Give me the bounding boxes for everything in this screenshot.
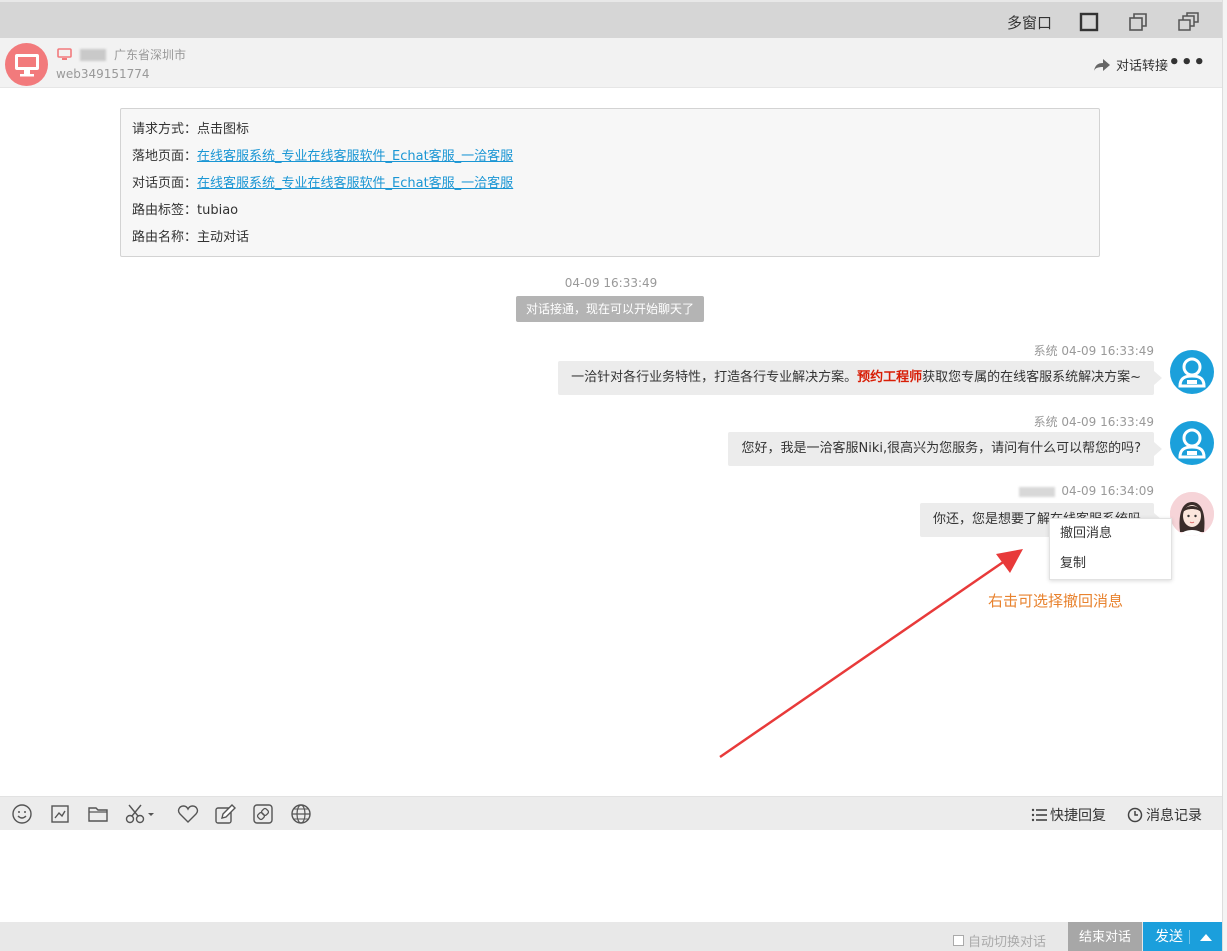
quick-reply-label: 快捷回复 (1050, 808, 1106, 824)
quick-reply-button[interactable]: 快捷回复 (1031, 805, 1106, 825)
user-avatar (1170, 492, 1214, 536)
info-label: 请求方式： (132, 122, 198, 137)
visitor-info: 广东省深圳市 (57, 46, 186, 63)
chat-page-link[interactable]: 在线客服系统_专业在线客服软件_Echat客服_一洽客服 (197, 176, 513, 191)
folder-icon[interactable] (87, 803, 109, 825)
link-icon[interactable] (252, 803, 274, 825)
pc-icon (57, 48, 72, 61)
recall-message-menu-item[interactable]: 撤回消息 (1050, 519, 1171, 549)
visitor-id: web349151774 (56, 67, 150, 81)
clock-icon (1127, 807, 1143, 823)
visitor-header: 广东省深圳市 web349151774 对话转接 ••• (0, 38, 1222, 88)
share-arrow-icon (1093, 58, 1110, 71)
message-text: 获取您专属的在线客服系统解决方案~ (922, 370, 1141, 385)
caret-up-icon[interactable] (1200, 934, 1212, 941)
message-input[interactable] (0, 830, 1222, 922)
transfer-button[interactable]: 对话转接 (1093, 55, 1168, 74)
info-value: 点击图标 (197, 122, 250, 137)
info-label: 对话页面： (132, 176, 198, 191)
annotation-arrow (719, 549, 1023, 759)
more-options-button[interactable]: ••• (1168, 52, 1206, 73)
annotation-text: 右击可选择撤回消息 (988, 592, 1124, 610)
send-button[interactable]: 发送 (1143, 922, 1222, 951)
heart-icon[interactable] (177, 803, 199, 825)
visitor-name-blurred (80, 48, 106, 61)
send-label: 发送 (1155, 929, 1183, 945)
girl-avatar-icon (1170, 492, 1214, 536)
agent-icon (1178, 428, 1206, 459)
bottom-action-bar: 自动切换对话 结束对话 发送 (0, 922, 1222, 951)
message-time: 04-09 16:33:49 (1061, 415, 1154, 429)
message-meta: 04-09 16:34:09 (1019, 484, 1154, 498)
sender-name-blurred (1019, 486, 1056, 497)
info-row-chat-page: 对话页面：在线客服系统_专业在线客服软件_Echat客服_一洽客服 (132, 173, 1088, 200)
message-meta: 系统 04-09 16:33:49 (1034, 342, 1154, 359)
window-right-edge (1222, 0, 1227, 951)
edit-icon[interactable] (214, 803, 236, 825)
checkbox-box[interactable] (952, 935, 964, 946)
visitor-source-card: 请求方式：点击图标 落地页面：在线客服系统_专业在线客服软件_Echat客服_一… (120, 108, 1100, 257)
message-text: 一洽针对各行业务特性，打造各行专业解决方案。 (571, 370, 858, 385)
message-time: 04-09 16:33:49 (1061, 344, 1154, 358)
message-history-button[interactable]: 消息记录 (1127, 805, 1202, 825)
copy-menu-item[interactable]: 复制 (1050, 549, 1171, 579)
restore-window-icon[interactable] (1127, 11, 1149, 33)
smile-icon[interactable] (11, 803, 33, 825)
window-top-bar: 多窗口 (0, 0, 1222, 38)
info-row-route-tag: 路由标签：tubiao (132, 200, 1088, 227)
agent-icon (1178, 357, 1206, 388)
visitor-avatar[interactable] (5, 43, 48, 86)
scissors-icon[interactable] (124, 803, 158, 825)
send-divider (1189, 930, 1190, 944)
agent-avatar (1170, 421, 1214, 465)
info-row-route-name: 路由名称：主动对话 (132, 227, 1088, 254)
message-history-label: 消息记录 (1146, 808, 1202, 824)
context-menu: 撤回消息 复制 (1049, 518, 1172, 580)
info-label: 落地页面： (132, 149, 198, 164)
agent-avatar (1170, 350, 1214, 394)
message-time: 04-09 16:34:09 (1061, 484, 1154, 498)
visitor-location: 广东省深圳市 (114, 48, 187, 62)
info-label: 路由名称： (132, 230, 198, 245)
message-bubble[interactable]: 一洽针对各行业务特性，打造各行专业解决方案。预约工程师获取您专属的在线客服系统解… (558, 361, 1162, 395)
end-chat-button[interactable]: 结束对话 (1068, 922, 1142, 951)
message-bubble[interactable]: 您好，我是一洽客服Niki,很高兴为您服务，请问有什么可以帮您的吗? (728, 432, 1162, 466)
info-row-request-method: 请求方式：点击图标 (132, 119, 1088, 146)
info-value: 主动对话 (197, 230, 250, 245)
monitor-icon (14, 53, 39, 76)
auto-switch-checkbox[interactable]: 自动切换对话 (952, 931, 1046, 950)
info-value: tubiao (197, 203, 239, 218)
list-icon (1031, 808, 1047, 822)
globe-icon[interactable] (290, 803, 312, 825)
transfer-label: 对话转接 (1115, 59, 1168, 74)
engineer-booking-link[interactable]: 预约工程师 (857, 370, 922, 385)
single-window-icon[interactable] (1078, 11, 1100, 33)
screenshot-icon[interactable] (49, 803, 71, 825)
message-meta: 系统 04-09 16:33:49 (1034, 413, 1154, 430)
message-sender: 系统 (1033, 344, 1058, 358)
cascade-window-icon[interactable] (1177, 11, 1199, 33)
info-label: 路由标签： (132, 203, 198, 218)
multi-window-label[interactable]: 多窗口 (1007, 12, 1052, 33)
info-row-landing-page: 落地页面：在线客服系统_专业在线客服软件_Echat客服_一洽客服 (132, 146, 1088, 173)
message-sender: 系统 (1033, 415, 1058, 429)
system-timestamp: 04-09 16:33:49 (564, 276, 658, 290)
connected-notice: 对话接通，现在可以开始聊天了 (516, 296, 704, 322)
input-toolbar: 快捷回复 消息记录 (0, 796, 1222, 830)
landing-page-link[interactable]: 在线客服系统_专业在线客服软件_Echat客服_一洽客服 (197, 149, 513, 164)
auto-switch-label: 自动切换对话 (967, 935, 1046, 950)
